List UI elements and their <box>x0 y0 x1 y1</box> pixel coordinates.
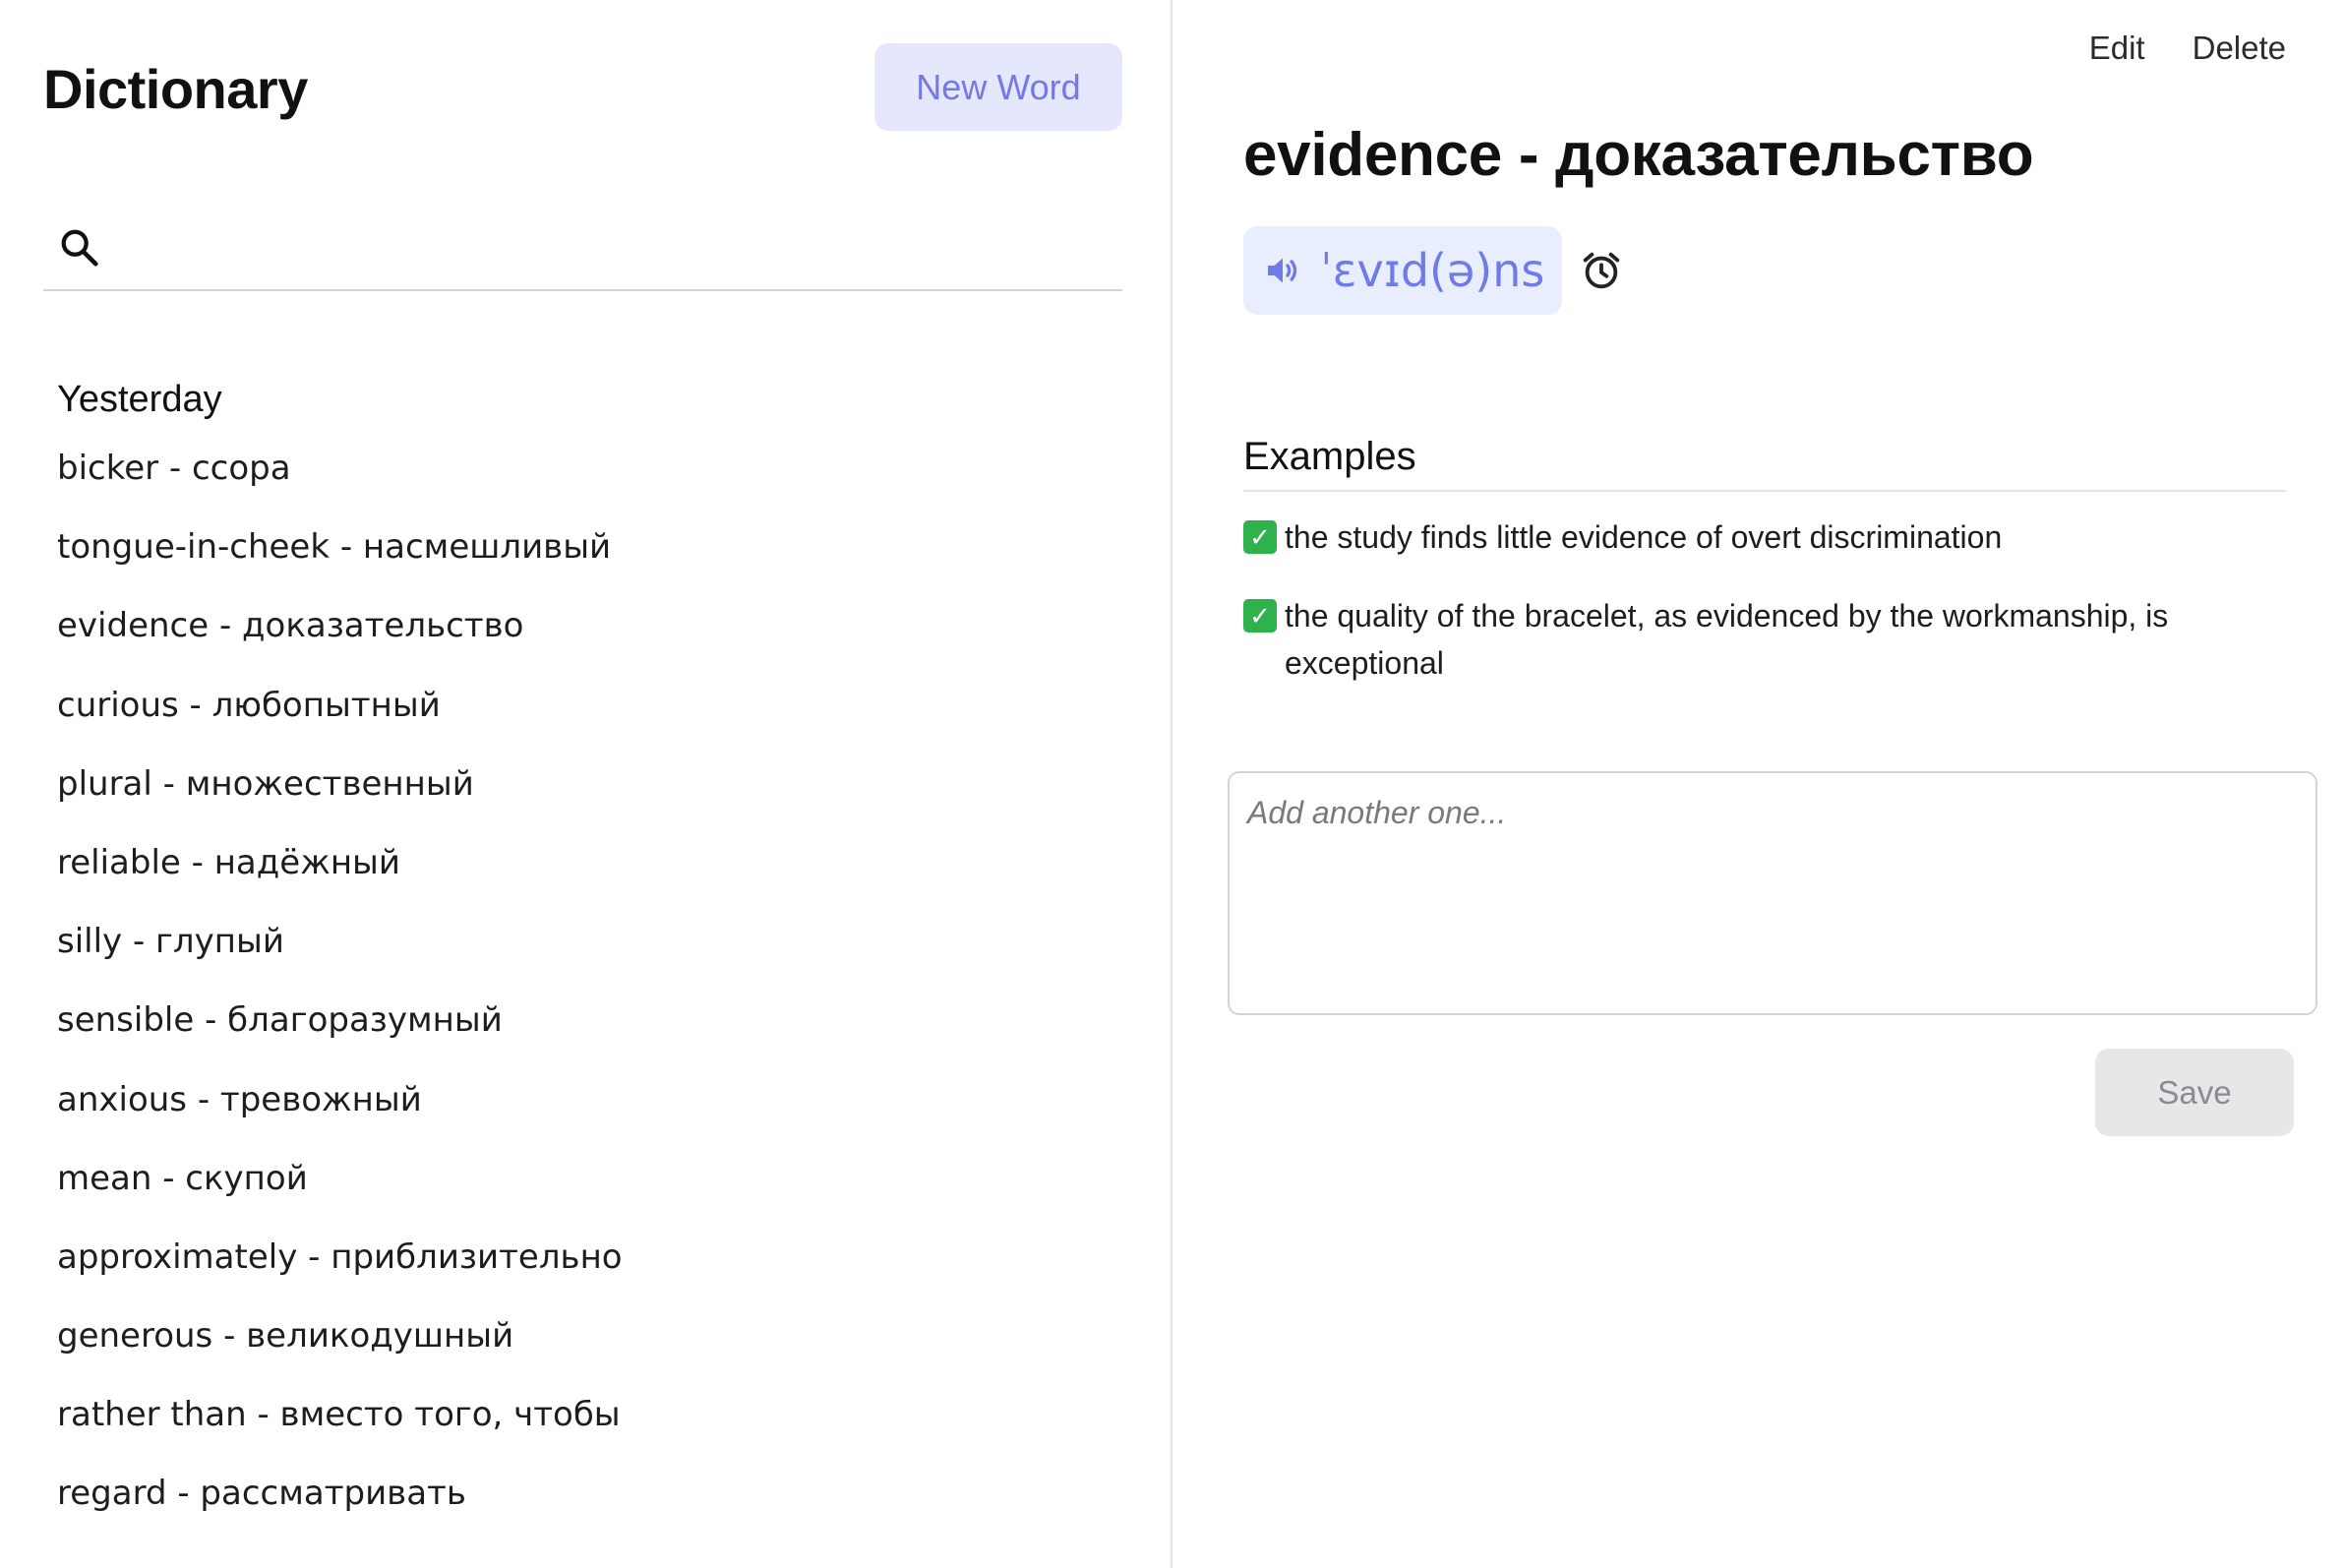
new-example-input[interactable] <box>1228 771 2317 1015</box>
app: Dictionary New Word Yesterday bicker - с… <box>0 0 2345 1568</box>
examples-heading: Examples <box>1243 435 2286 492</box>
new-word-button[interactable]: New Word <box>874 43 1122 131</box>
word-list-item[interactable]: tongue-in-cheek - насмешливый <box>57 523 623 602</box>
search-icon <box>61 229 98 267</box>
word-list-item[interactable]: anxious - тревожный <box>57 1076 623 1155</box>
word-list-item[interactable]: generous - великодушный <box>57 1312 623 1391</box>
word-list-item[interactable]: reliable - надёжный <box>57 839 623 918</box>
alarm-clock-icon[interactable] <box>1579 248 1624 293</box>
word-detail: Edit Delete evidence - доказательство ˈɛ… <box>1174 0 2345 1568</box>
word-list-item[interactable]: mean - скупой <box>57 1155 623 1234</box>
word-list-item[interactable]: rather than - вместо того, чтобы <box>57 1391 623 1470</box>
pronunciation-text: ˈɛvɪd(ə)ns <box>1320 244 1545 297</box>
word-list-item[interactable]: silly - глупый <box>57 918 623 996</box>
example-item: ✓ the study finds little evidence of ove… <box>1243 513 2286 561</box>
word-list: bicker - ссора tongue-in-cheek - насмешл… <box>57 445 623 1549</box>
search-bar <box>43 207 1122 291</box>
word-list-item[interactable]: sensible - благоразумный <box>57 996 623 1075</box>
word-list-item[interactable]: regard - рассматривать <box>57 1470 623 1548</box>
pronunciation-button[interactable]: ˈɛvɪd(ə)ns <box>1243 226 1563 315</box>
checkmark-icon: ✓ <box>1243 520 1277 554</box>
delete-button[interactable]: Delete <box>2193 30 2286 67</box>
save-button[interactable]: Save <box>2095 1049 2294 1136</box>
detail-actions: Edit Delete <box>2089 30 2286 67</box>
examples-list: ✓ the study finds little evidence of ove… <box>1243 513 2286 718</box>
word-title: evidence - доказательство <box>1243 121 2034 189</box>
sidebar: Dictionary New Word Yesterday bicker - с… <box>0 0 1172 1568</box>
word-list-item[interactable]: curious - любопытный <box>57 682 623 760</box>
word-list-item[interactable]: plural - множественный <box>57 760 623 839</box>
word-list-item[interactable]: approximately - приблизительно <box>57 1234 623 1312</box>
search-input[interactable] <box>118 218 1122 277</box>
checkmark-icon: ✓ <box>1243 599 1277 633</box>
word-list-item[interactable]: bicker - ссора <box>57 445 623 523</box>
word-list-item[interactable]: evidence - доказательство <box>57 602 623 681</box>
example-text: the study finds little evidence of overt… <box>1285 519 2003 555</box>
example-item: ✓ the quality of the bracelet, as eviden… <box>1243 592 2286 687</box>
speaker-icon <box>1268 258 1297 283</box>
page-title: Dictionary <box>43 58 308 120</box>
example-text: the quality of the bracelet, as evidence… <box>1285 598 2169 681</box>
group-label-yesterday: Yesterday <box>57 379 222 420</box>
edit-button[interactable]: Edit <box>2089 30 2145 67</box>
